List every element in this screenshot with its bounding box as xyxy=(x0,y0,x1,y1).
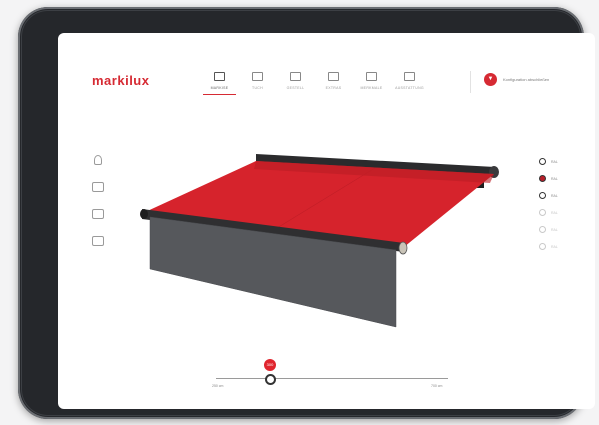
swatch-option[interactable]: RAL xyxy=(539,238,558,255)
swatch-option[interactable]: RAL xyxy=(539,170,558,187)
slider-min-label: 250 cm xyxy=(212,384,224,388)
swatch-label: RAL xyxy=(551,159,558,164)
swatch-label: RAL xyxy=(551,227,558,232)
awning-3d-view xyxy=(140,154,499,328)
color-swatch xyxy=(539,175,546,182)
color-swatch xyxy=(539,192,546,199)
swatch-label: RAL xyxy=(551,244,558,249)
swatch-option[interactable]: RAL xyxy=(539,221,558,238)
tablet-frame: markilux MARKISE TUCH GESTELL EXTRAS MER… xyxy=(18,7,595,419)
front-end-cap-right xyxy=(398,241,408,255)
app-screen: markilux MARKISE TUCH GESTELL EXTRAS MER… xyxy=(58,33,595,409)
color-swatch xyxy=(539,226,546,233)
swatch-option[interactable]: RAL xyxy=(539,204,558,221)
width-slider-thumb[interactable] xyxy=(265,374,276,385)
color-swatch xyxy=(539,209,546,216)
swatch-option[interactable]: RAL xyxy=(539,187,558,204)
front-end-cap-left xyxy=(140,209,148,219)
slider-max-label: 700 cm xyxy=(431,384,443,388)
width-value-badge: 300 xyxy=(264,359,276,371)
swatch-option[interactable]: RAL xyxy=(539,153,558,170)
swatch-label: RAL xyxy=(551,210,558,215)
swatch-label: RAL xyxy=(551,176,558,181)
color-swatch xyxy=(539,158,546,165)
swatch-label: RAL xyxy=(551,193,558,198)
color-swatch xyxy=(539,243,546,250)
width-slider-track[interactable] xyxy=(216,378,448,379)
color-swatch-list: RAL RAL RAL RAL RAL RAL xyxy=(539,153,558,255)
